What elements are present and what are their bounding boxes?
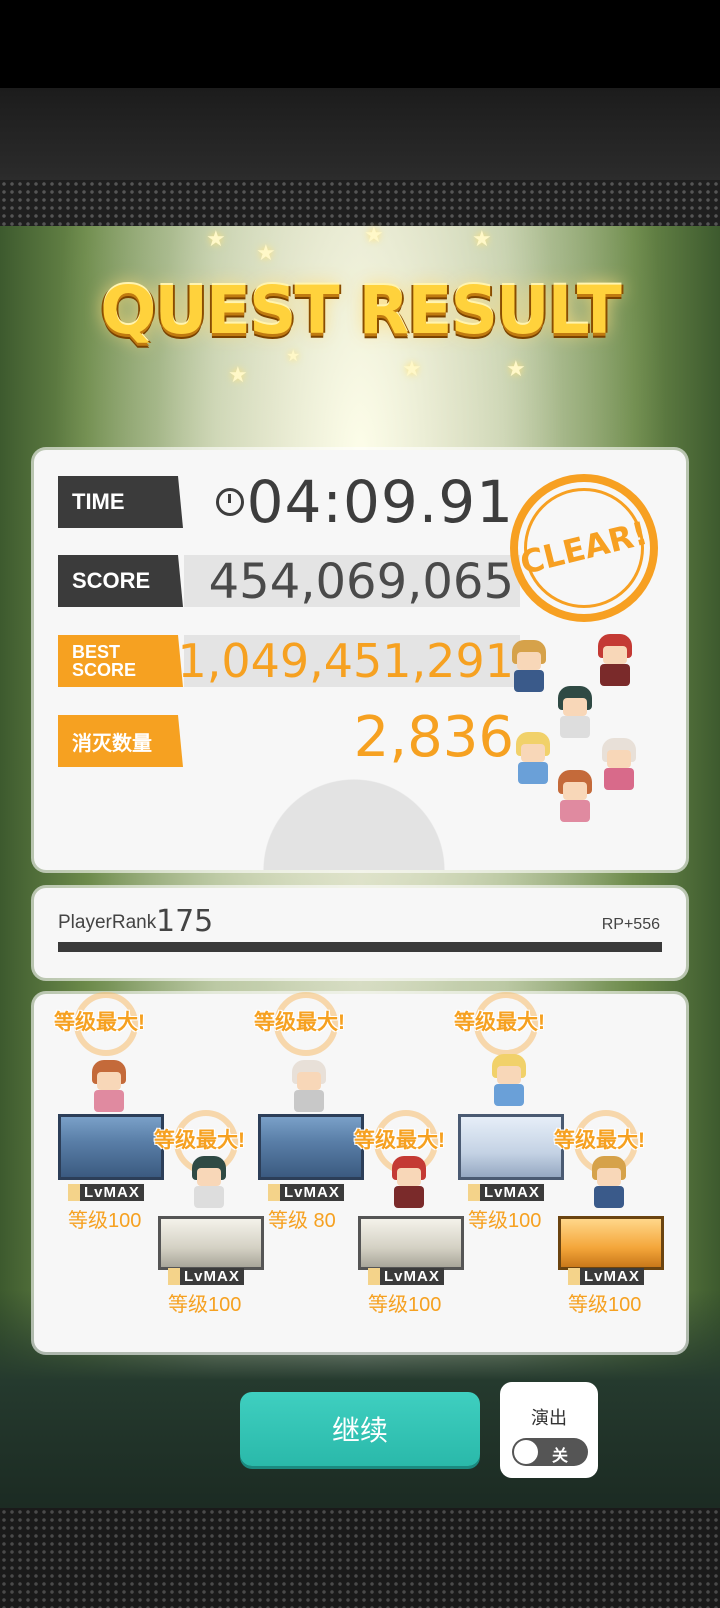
timer-icon: [216, 488, 244, 516]
member-level: 等级100: [168, 1294, 242, 1316]
character-sprite: [284, 1060, 334, 1118]
lv-max-tag: LvMAX: [68, 1184, 144, 1201]
party-member: [258, 1060, 364, 1180]
result-panel: TIME 04:09.91 SCORE 454,069,065 BEST SCO…: [34, 450, 686, 870]
sparkle-icon: ★: [472, 226, 492, 251]
performance-toggle-card: 演出 关: [500, 1382, 598, 1478]
party-member: [458, 1054, 564, 1180]
time-value: 04:09.91: [246, 468, 514, 536]
clear-stamp: CLEAR!: [510, 474, 658, 622]
pedestal: [558, 1216, 664, 1270]
score-label: SCORE: [58, 555, 183, 607]
best-score-label: BEST SCORE: [58, 635, 183, 687]
sparkle-icon: ★: [228, 362, 248, 387]
sparkle-icon: ★: [364, 222, 384, 247]
level-max-label: 等级最大!: [454, 1011, 545, 1034]
lv-max-tag: LvMAX: [168, 1268, 244, 1285]
header-pattern: [0, 180, 720, 226]
character-sprite: [484, 1054, 534, 1112]
player-rank-value: 175: [156, 904, 214, 939]
continue-button[interactable]: 继续: [240, 1392, 480, 1466]
player-rank-panel: PlayerRank 175 RP+556: [34, 888, 686, 978]
performance-toggle[interactable]: 关: [512, 1438, 588, 1466]
member-level: 等级100: [68, 1210, 142, 1232]
rank-progress-bar: [58, 942, 662, 952]
party-sprite: [594, 738, 644, 796]
character-sprite: [84, 1060, 134, 1118]
party-sprite: [550, 770, 600, 828]
toggle-state: 关: [552, 1448, 569, 1465]
player-rank-label: PlayerRank: [58, 912, 157, 933]
character-sprite: [584, 1156, 634, 1214]
status-bar-area: [0, 0, 720, 88]
party-panel: 等级最大! LvMAX 等级100 等级最大! LvMAX 等级100 等级最大…: [34, 992, 686, 1352]
sparkle-icon: ★: [206, 226, 226, 251]
rank-points-gain: RP+556: [601, 916, 660, 933]
kill-count-value: 2,836: [353, 705, 514, 770]
toggle-knob: [514, 1440, 538, 1464]
party-sprite: [504, 640, 554, 698]
party-member: [158, 1150, 264, 1270]
sparkle-icon: ★: [256, 240, 276, 265]
time-label: TIME: [58, 476, 183, 528]
lv-max-tag: LvMAX: [468, 1184, 544, 1201]
page-title: QUEST RESULT: [100, 272, 622, 349]
party-member: [558, 1150, 664, 1270]
party-sprite: [590, 634, 640, 692]
lv-max-tag: LvMAX: [368, 1268, 444, 1285]
lv-max-tag: LvMAX: [268, 1184, 344, 1201]
party-member: [58, 1060, 164, 1180]
lv-max-tag: LvMAX: [568, 1268, 644, 1285]
member-level: 等级 80: [268, 1210, 336, 1232]
character-sprite: [384, 1156, 434, 1214]
pedestal: [258, 1114, 364, 1180]
member-level: 等级100: [368, 1294, 442, 1316]
best-score-value: 1,049,451,291: [177, 634, 514, 688]
character-sprite: [184, 1156, 234, 1214]
footer-pattern: [0, 1508, 720, 1608]
level-max-label: 等级最大!: [54, 1011, 145, 1034]
score-value: 454,069,065: [208, 554, 514, 610]
party-member: [358, 1150, 464, 1270]
level-max-label: 等级最大!: [254, 1011, 345, 1034]
pedestal: [458, 1114, 564, 1180]
pedestal: [358, 1216, 464, 1270]
sparkle-icon: ★: [286, 348, 301, 365]
best-label-line1: BEST: [72, 642, 121, 662]
sparkle-icon: ★: [506, 356, 526, 381]
performance-label: 演出: [531, 1408, 567, 1428]
kill-count-label: 消灭数量: [58, 715, 183, 767]
best-label-line2: SCORE: [72, 660, 137, 680]
sparkle-icon: ★: [402, 356, 422, 381]
pedestal: [58, 1114, 164, 1180]
member-level: 等级100: [568, 1294, 642, 1316]
member-level: 等级100: [468, 1210, 542, 1232]
pedestal: [158, 1216, 264, 1270]
